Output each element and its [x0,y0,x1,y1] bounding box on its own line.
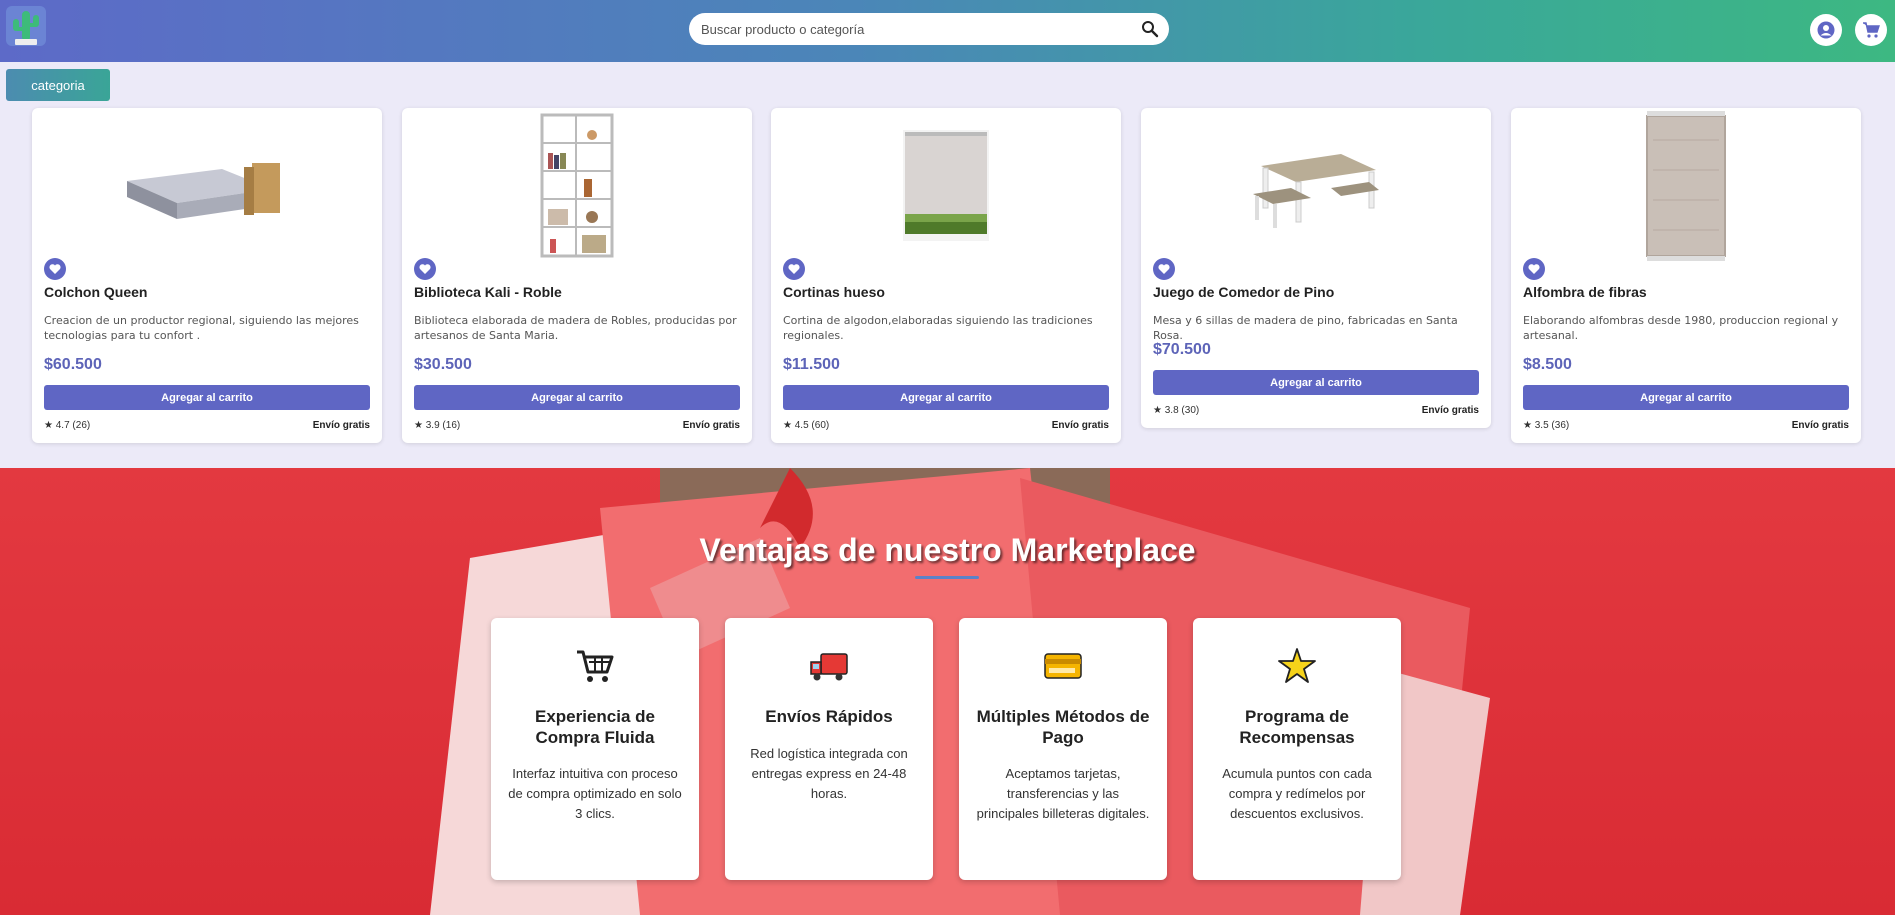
delivery-truck-icon [809,648,849,684]
user-button[interactable] [1810,14,1842,46]
add-to-cart-button[interactable]: Agregar al carrito [783,385,1109,410]
free-shipping-label: Envío gratis [682,420,740,431]
search-icon[interactable] [1141,20,1159,38]
mattress-image [32,108,382,263]
product-price: $60.500 [44,356,102,373]
favorite-heart-icon[interactable] [44,258,66,280]
product-title[interactable]: Biblioteca Kali - Roble [414,284,562,300]
product-price: $8.500 [1523,356,1572,373]
favorite-heart-icon[interactable] [1153,258,1175,280]
category-button[interactable]: categoria [6,69,110,101]
product-title[interactable]: Juego de Comedor de Pino [1153,284,1334,300]
title-underline [915,576,979,579]
credit-card-icon [1043,648,1083,684]
add-to-cart-button[interactable]: Agregar al carrito [44,385,370,410]
advantage-card: Programa de Recompensas Acumula puntos c… [1193,618,1401,880]
advantages-section: Ventajas de nuestro Marketplace Experien… [0,468,1895,915]
product-price: $11.500 [783,356,840,373]
search-input[interactable] [701,13,1121,45]
top-header [0,0,1895,62]
product-description: Creacion de un productor regional, sigui… [44,314,359,342]
add-to-cart-button[interactable]: Agregar al carrito [1153,370,1479,395]
product-rating: ★ 4.7 (26) [44,420,91,431]
product-card[interactable]: Colchon Queen Creacion de un productor r… [32,108,382,443]
product-rating: ★ 4.5 (60) [783,420,830,431]
free-shipping-label: Envío gratis [312,420,370,431]
advantage-text: Interfaz intuitiva con proceso de compra… [508,766,682,821]
product-rating: ★ 3.8 (30) [1153,405,1200,416]
free-shipping-label: Envío gratis [1421,405,1479,416]
advantage-title: Múltiples Métodos de Pago [976,707,1150,747]
favorite-heart-icon[interactable] [1523,258,1545,280]
advantage-card: Envíos Rápidos Red logística integrada c… [725,618,933,880]
product-card[interactable]: Juego de Comedor de Pino Mesa y 6 sillas… [1141,108,1491,428]
product-description: Mesa y 6 sillas de madera de pino, fabri… [1153,314,1458,342]
star-icon [1277,648,1317,684]
free-shipping-label: Envío gratis [1791,420,1849,431]
add-to-cart-button[interactable]: Agregar al carrito [414,385,740,410]
favorite-heart-icon[interactable] [783,258,805,280]
advantage-title: Envíos Rápidos [765,707,893,726]
rug-image [1511,108,1861,263]
user-icon [1817,21,1835,39]
search-bar [689,13,1169,45]
product-description: Biblioteca elaborada de madera de Robles… [414,314,737,342]
dining-set-image [1141,108,1491,263]
advantage-card: Experiencia de Compra Fluida Interfaz in… [491,618,699,880]
free-shipping-label: Envío gratis [1051,420,1109,431]
advantage-title: Experiencia de Compra Fluida [534,707,655,747]
add-to-cart-button[interactable]: Agregar al carrito [1523,385,1849,410]
advantage-text: Acumula puntos con cada compra y redímel… [1222,766,1372,821]
product-description: Elaborando alfombras desde 1980, producc… [1523,314,1839,342]
favorite-heart-icon[interactable] [414,258,436,280]
product-description: Cortina de algodon,elaboradas siguiendo … [783,314,1093,342]
advantages-title: Ventajas de nuestro Marketplace [699,532,1196,568]
product-card[interactable]: Biblioteca Kali - Roble Biblioteca elabo… [402,108,752,443]
advantage-card: Múltiples Métodos de Pago Aceptamos tarj… [959,618,1167,880]
product-rating: ★ 3.5 (36) [1523,420,1570,431]
advantage-title: Programa de Recompensas [1239,707,1355,747]
product-title[interactable]: Cortinas hueso [783,284,885,300]
advantage-text: Red logística integrada con entregas exp… [750,746,908,801]
cactus-logo-icon[interactable] [5,5,47,47]
product-title[interactable]: Alfombra de fibras [1523,284,1647,300]
product-price: $70.500 [1153,341,1211,358]
product-card[interactable]: Cortinas hueso Cortina de algodon,elabor… [771,108,1121,443]
product-title[interactable]: Colchon Queen [44,284,147,300]
product-price: $30.500 [414,356,472,373]
cart-button[interactable] [1855,14,1887,46]
advantage-text: Aceptamos tarjetas, transferencias y las… [976,766,1150,821]
bookshelf-image [402,108,752,263]
curtain-image [771,108,1121,263]
product-rating: ★ 3.9 (16) [414,420,461,431]
cart-icon [1863,22,1880,38]
shopping-cart-icon [575,648,615,684]
product-card[interactable]: Alfombra de fibras Elaborando alfombras … [1511,108,1861,443]
